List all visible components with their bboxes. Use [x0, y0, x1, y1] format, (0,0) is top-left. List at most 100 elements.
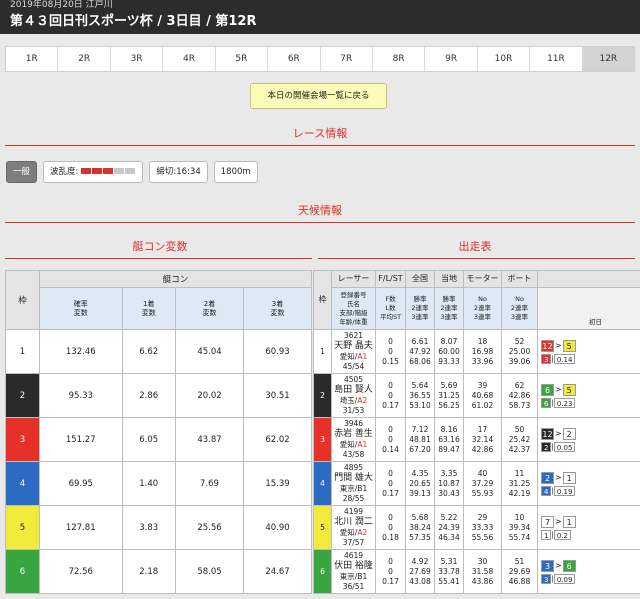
fl-st-cell-value: 0: [388, 512, 393, 522]
local-cell: 5.22 24.39 46.34: [434, 505, 464, 550]
boat-cell-value: 31.25: [508, 478, 531, 488]
national-cell: 6.61 47.92 68.06: [405, 329, 435, 374]
motor-cell-value: 37.29: [471, 478, 494, 488]
race-tab-2r[interactable]: 2R: [58, 47, 111, 71]
racer-age-weight: 36/51: [342, 582, 365, 591]
value-cell: 40.90: [242, 505, 313, 550]
race-info-divider: [5, 145, 635, 146]
racer-name[interactable]: 門間 雄大: [333, 473, 375, 484]
motor-cell: 18 16.98 33.96: [463, 329, 502, 374]
fl-st-cell-value: 0.18: [382, 532, 399, 542]
race-tab-10r[interactable]: 10R: [478, 47, 531, 71]
racer-cell[interactable]: 3621 天野 晶夫 愛知/A1 45/54: [331, 329, 376, 374]
value-cell: 25.56: [174, 505, 244, 550]
value-cell: 1.40: [121, 461, 176, 506]
boat-con-col-header: 2着 変数: [174, 287, 244, 330]
national-cell-value: 6.61: [411, 336, 429, 346]
result-course-box: 1: [562, 471, 576, 484]
racer-name[interactable]: 天野 晶夫: [333, 341, 375, 352]
motor-cell-value: 16.98: [471, 346, 494, 356]
boat-cell-value: 25.00: [508, 346, 531, 356]
racer-cell[interactable]: 4895 門間 雄大 東京/B1 28/55: [331, 461, 376, 506]
motor-cell-value: 55.93: [471, 488, 494, 498]
racer-branch: 愛知/A1: [333, 440, 375, 450]
national-cell-value: 67.20: [409, 444, 431, 454]
racer-name[interactable]: 赤岩 善生: [333, 429, 375, 440]
national-cell: 5.68 38.24 57.35: [405, 505, 435, 550]
national-cell: 4.35 20.65 39.13: [405, 461, 435, 506]
race-tab-11r[interactable]: 11R: [530, 47, 583, 71]
wave-label: 波乱度:: [50, 167, 79, 177]
boat-cell-value: 11: [514, 468, 525, 478]
entry-table: 枠レーサーF/L/ST全国当地モーターボートレ 登録番号氏名支部/階級年齢/体重…: [313, 270, 640, 594]
racer-cell[interactable]: 4505 島田 賢人 埼玉/A2 31/53: [331, 373, 376, 418]
racer-name[interactable]: 北川 潤二: [333, 517, 375, 528]
local-cell-value: 93.33: [438, 356, 460, 366]
racer-name[interactable]: 伏田 裕隆: [333, 561, 375, 572]
boat-cell-value: 52: [514, 336, 525, 346]
racer-cell[interactable]: 4199 北川 潤二 愛知/A2 37/57: [331, 505, 376, 550]
racer-reg-number: 4895: [343, 463, 364, 472]
race-tab-9r[interactable]: 9R: [425, 47, 478, 71]
result-course-box: 1: [562, 515, 576, 528]
value-cell: 6.05: [121, 417, 176, 462]
day1-result-cell: 12 >5 3 | 0.14: [537, 329, 640, 374]
racer-name[interactable]: 島田 賢人: [333, 385, 375, 396]
result-st-value: 0.09: [553, 573, 576, 584]
racer-cell[interactable]: 3946 赤岩 善生 愛知/A1 43/58: [331, 417, 376, 462]
wave-segment: [103, 168, 114, 174]
race-tab-6r[interactable]: 6R: [268, 47, 321, 71]
day1-result-cell: 7 >1 1 | 0.2: [537, 505, 640, 550]
result-rank-box: 3: [541, 353, 552, 364]
value-cell: 20.02: [174, 373, 244, 418]
national-cell-value: 27.69: [409, 566, 431, 576]
local-cell-value: 8.16: [440, 424, 458, 434]
racer-reg-number: 3946: [343, 419, 364, 428]
national-cell-value: 48.81: [409, 434, 431, 444]
boat-cell-value: 42.86: [508, 390, 531, 400]
entry-subheader: No 2連率 3連率: [463, 287, 502, 330]
back-to-venues-button[interactable]: 本日の開催会場一覧に戻る: [250, 83, 387, 109]
boat-con-table: 枠 艇コン 確率 変数 1着 変数 2着 変数 3着 変数 1 132.46 6.62 45.04 6…: [5, 270, 313, 594]
local-cell-value: 30.43: [438, 488, 460, 498]
fl-st-cell-value: 0: [388, 380, 393, 390]
race-tab-7r[interactable]: 7R: [321, 47, 373, 71]
waku-cell: 6: [5, 549, 40, 594]
race-tab-4r[interactable]: 4R: [163, 47, 216, 71]
national-cell-value: 5.68: [411, 512, 429, 522]
racer-reg-number: 3621: [343, 331, 364, 340]
value-cell: 72.56: [39, 549, 123, 594]
fl-st-cell: 0 0 0.17: [375, 549, 406, 594]
race-tab-12r[interactable]: 12R: [582, 47, 635, 71]
racer-branch-text: 埼玉/: [339, 396, 358, 405]
result-st-value: 0.19: [553, 485, 576, 496]
racer-cell[interactable]: 4619 伏田 裕隆 東京/B1 36/51: [331, 549, 376, 594]
entry-table-scroll[interactable]: 枠レーサーF/L/ST全国当地モーターボートレ 登録番号氏名支部/階級年齢/体重…: [313, 270, 640, 599]
motor-cell-value: 17: [477, 424, 488, 434]
fl-st-cell-value: 0: [388, 556, 393, 566]
race-tab-3r[interactable]: 3R: [111, 47, 164, 71]
racer-grade: A2: [357, 528, 368, 537]
waku-header: 枠: [5, 270, 40, 330]
local-cell: 8.07 60.00 93.33: [434, 329, 464, 374]
race-tab-8r[interactable]: 8R: [373, 47, 426, 71]
national-cell-value: 20.65: [409, 478, 431, 488]
entry-col-header: レーサー: [331, 270, 376, 288]
race-tab-5r[interactable]: 5R: [216, 47, 269, 71]
race-tab-1r[interactable]: 1R: [6, 47, 59, 71]
motor-cell-value: 40: [477, 468, 488, 478]
page-title: 第４３回日刊スポーツ杯 / 3日目 / 第12R: [10, 14, 257, 29]
wave-level-chip: 波乱度:: [43, 161, 144, 183]
national-cell-value: 43.08: [409, 576, 431, 586]
distance-chip: 1800m: [213, 161, 258, 183]
value-cell: 69.95: [39, 461, 123, 506]
value-cell: 2.18: [121, 549, 176, 594]
national-cell-value: 53.10: [409, 400, 431, 410]
local-cell-value: 5.69: [440, 380, 458, 390]
boat-con-group-header: 艇コン: [39, 270, 312, 288]
entry-col-header: 全国: [405, 270, 435, 288]
national-cell: 7.12 48.81 67.20: [405, 417, 435, 462]
motor-cell: 39 40.68 61.02: [463, 373, 502, 418]
table-row: 5 127.81 3.83 25.56 40.90: [5, 505, 313, 550]
motor-cell: 30 31.58 43.86: [463, 549, 502, 594]
